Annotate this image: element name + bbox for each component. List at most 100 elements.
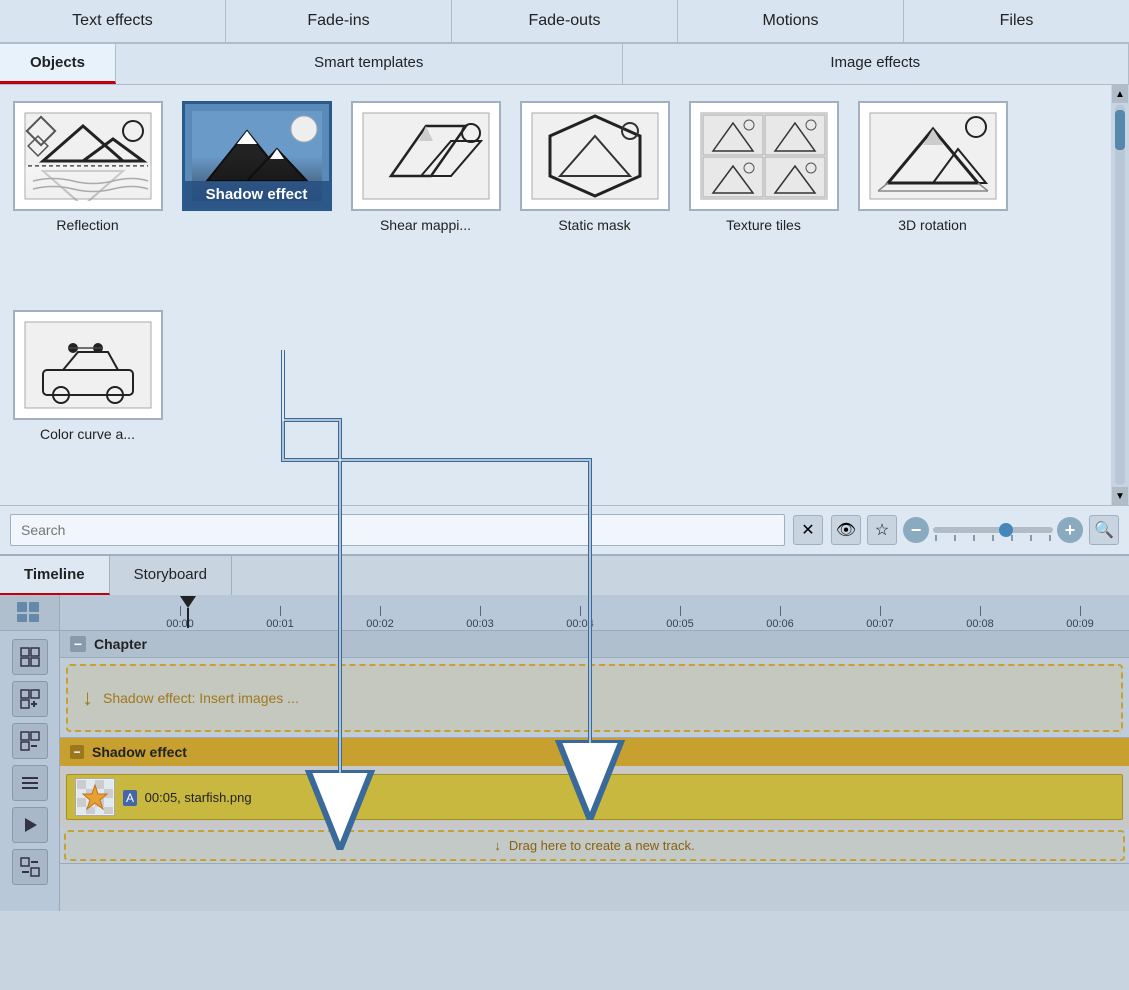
tools-header xyxy=(0,595,60,631)
ruler-mark-1: 00:01 xyxy=(230,606,330,630)
play-icon xyxy=(20,815,40,835)
effect-reflection[interactable]: Reflection xyxy=(10,101,165,286)
effect-label-reflection: Reflection xyxy=(56,217,118,233)
effect-thumb-shear-mapping xyxy=(351,101,501,211)
timeline-tracks: − Chapter ↓ Shadow effect: Insert images… xyxy=(60,631,1129,911)
clear-icon: ✕ xyxy=(801,520,814,540)
drag-arrow-icon: ↓ xyxy=(494,838,501,853)
remove-icon xyxy=(20,731,40,751)
star-icon: ☆ xyxy=(875,520,889,540)
tool-grid-button[interactable] xyxy=(12,639,48,675)
ruler-marks: 00:00 00:01 00:02 00:03 xyxy=(130,606,1129,630)
effect-label-3d-rotation: 3D rotation xyxy=(898,217,966,233)
zoom-slider-container: − + xyxy=(903,517,1083,543)
zoom-slider-thumb[interactable] xyxy=(999,523,1013,537)
scroll-up-button[interactable]: ▲ xyxy=(1112,85,1128,103)
timeline-tools xyxy=(0,631,60,911)
zoom-in-button[interactable]: + xyxy=(1057,517,1083,543)
clip-time-name: 00:05, starfish.png xyxy=(145,790,252,805)
ruler-mark-7: 00:07 xyxy=(830,606,930,630)
tab-motions[interactable]: Motions xyxy=(678,0,904,42)
shadow-insert-area[interactable]: ↓ Shadow effect: Insert images ... xyxy=(66,664,1123,732)
effect-static-mask[interactable]: Static mask xyxy=(517,101,672,286)
reflection-icon xyxy=(23,111,153,201)
zoom-slider[interactable] xyxy=(933,527,1053,533)
effect-3d-rotation[interactable]: 3D rotation xyxy=(855,101,1010,286)
top-tab-bar: Text effects Fade-ins Fade-outs Motions … xyxy=(0,0,1129,44)
plus-icon: + xyxy=(1065,520,1076,541)
chapter-collapse-button[interactable]: − xyxy=(70,636,86,652)
ruler-mark-3: 00:03 xyxy=(430,606,530,630)
tool-play-button[interactable] xyxy=(12,807,48,843)
eye-button[interactable]: 👁 xyxy=(831,515,861,545)
insert-track-content: ↓ Shadow effect: Insert images ... xyxy=(60,658,1129,737)
effect-label-color-curve: Color curve a... xyxy=(40,426,135,442)
insert-text: Shadow effect: Insert images ... xyxy=(103,690,299,706)
star-button[interactable]: ☆ xyxy=(867,515,897,545)
tab-files[interactable]: Files xyxy=(904,0,1129,42)
tool-settings-button[interactable] xyxy=(12,849,48,885)
clip-type-badge: A xyxy=(123,790,137,806)
ruler-mark-6: 00:06 xyxy=(730,606,830,630)
scroll-down-button[interactable]: ▼ xyxy=(1112,487,1128,505)
tab-fade-outs[interactable]: Fade-outs xyxy=(452,0,678,42)
ruler-mark-4: 00:04 xyxy=(530,606,630,630)
search-bar: ✕ 👁 ☆ − xyxy=(0,505,1129,554)
grid-tool-icon xyxy=(20,647,40,667)
tab-objects[interactable]: Objects xyxy=(0,44,116,84)
chapter-header: − Chapter xyxy=(60,631,1129,658)
zoom-out-button[interactable]: − xyxy=(903,517,929,543)
ruler-mark-5: 00:05 xyxy=(630,606,730,630)
effect-thumb-shadow-effect: Shadow effect xyxy=(182,101,332,211)
shadow-track-label: Shadow effect xyxy=(92,744,187,760)
tool-add-button[interactable] xyxy=(12,681,48,717)
timeline-content: − Chapter ↓ Shadow effect: Insert images… xyxy=(0,631,1129,911)
effect-thumb-color-curve xyxy=(13,310,163,420)
chapter-label: Chapter xyxy=(94,636,147,652)
effects-scrollbar[interactable]: ▲ ▼ xyxy=(1111,85,1129,505)
clip-thumbnail xyxy=(75,778,115,816)
shadow-clip-row: A 00:05, starfish.png xyxy=(60,766,1129,828)
effect-texture-tiles[interactable]: Texture tiles xyxy=(686,101,841,286)
scroll-thumb[interactable] xyxy=(1115,110,1125,150)
shadow-collapse-button[interactable]: − xyxy=(70,745,84,759)
align-icon xyxy=(20,773,40,793)
tab-image-effects[interactable]: Image effects xyxy=(623,44,1129,84)
timeline-tabs: Timeline Storyboard xyxy=(0,556,1129,595)
clear-search-button[interactable]: ✕ xyxy=(793,515,823,545)
effect-label-static-mask: Static mask xyxy=(558,217,630,233)
tab-fade-ins[interactable]: Fade-ins xyxy=(226,0,452,42)
effect-thumb-static-mask xyxy=(520,101,670,211)
drag-here-text: Drag here to create a new track. xyxy=(509,838,695,853)
drag-here-area[interactable]: ↓ Drag here to create a new track. xyxy=(64,830,1125,861)
search-magnify-button[interactable]: 🔍 xyxy=(1089,515,1119,545)
3d-rotation-icon xyxy=(868,111,998,201)
tab-storyboard[interactable]: Storyboard xyxy=(110,556,232,595)
tool-remove-button[interactable] xyxy=(12,723,48,759)
color-curve-icon xyxy=(23,320,153,410)
insert-arrow-icon: ↓ xyxy=(82,685,93,711)
insert-track-row: ↓ Shadow effect: Insert images ... xyxy=(60,658,1129,738)
search-input[interactable] xyxy=(10,514,785,546)
eye-icon: 👁 xyxy=(836,520,856,540)
effect-selected-label: Shadow effect xyxy=(185,181,329,208)
effect-label-shear-mapping: Shear mappi... xyxy=(380,217,471,233)
starfish-thumbnail xyxy=(77,780,113,814)
tool-align-button[interactable] xyxy=(12,765,48,801)
texture-tiles-icon xyxy=(699,111,829,201)
effect-thumb-texture-tiles xyxy=(689,101,839,211)
effect-shear-mapping[interactable]: Shear mappi... xyxy=(348,101,503,286)
minus-icon: − xyxy=(911,520,922,541)
shadow-effect-track: − Shadow effect xyxy=(60,738,1129,864)
tab-text-effects[interactable]: Text effects xyxy=(0,0,226,42)
effect-color-curve[interactable]: Color curve a... xyxy=(10,310,165,495)
tab-smart-templates[interactable]: Smart templates xyxy=(116,44,622,84)
ruler-mark-8: 00:08 xyxy=(930,606,1030,630)
ruler-mark-2: 00:02 xyxy=(330,606,430,630)
timeline-ruler: 00:00 00:01 00:02 00:03 xyxy=(60,595,1129,631)
tab-timeline[interactable]: Timeline xyxy=(0,556,110,595)
search-controls: 👁 ☆ − xyxy=(831,515,1119,545)
static-mask-icon xyxy=(530,111,660,201)
effect-shadow-effect[interactable]: Shadow effect xyxy=(179,101,334,286)
image-clip[interactable]: A 00:05, starfish.png xyxy=(66,774,1123,820)
